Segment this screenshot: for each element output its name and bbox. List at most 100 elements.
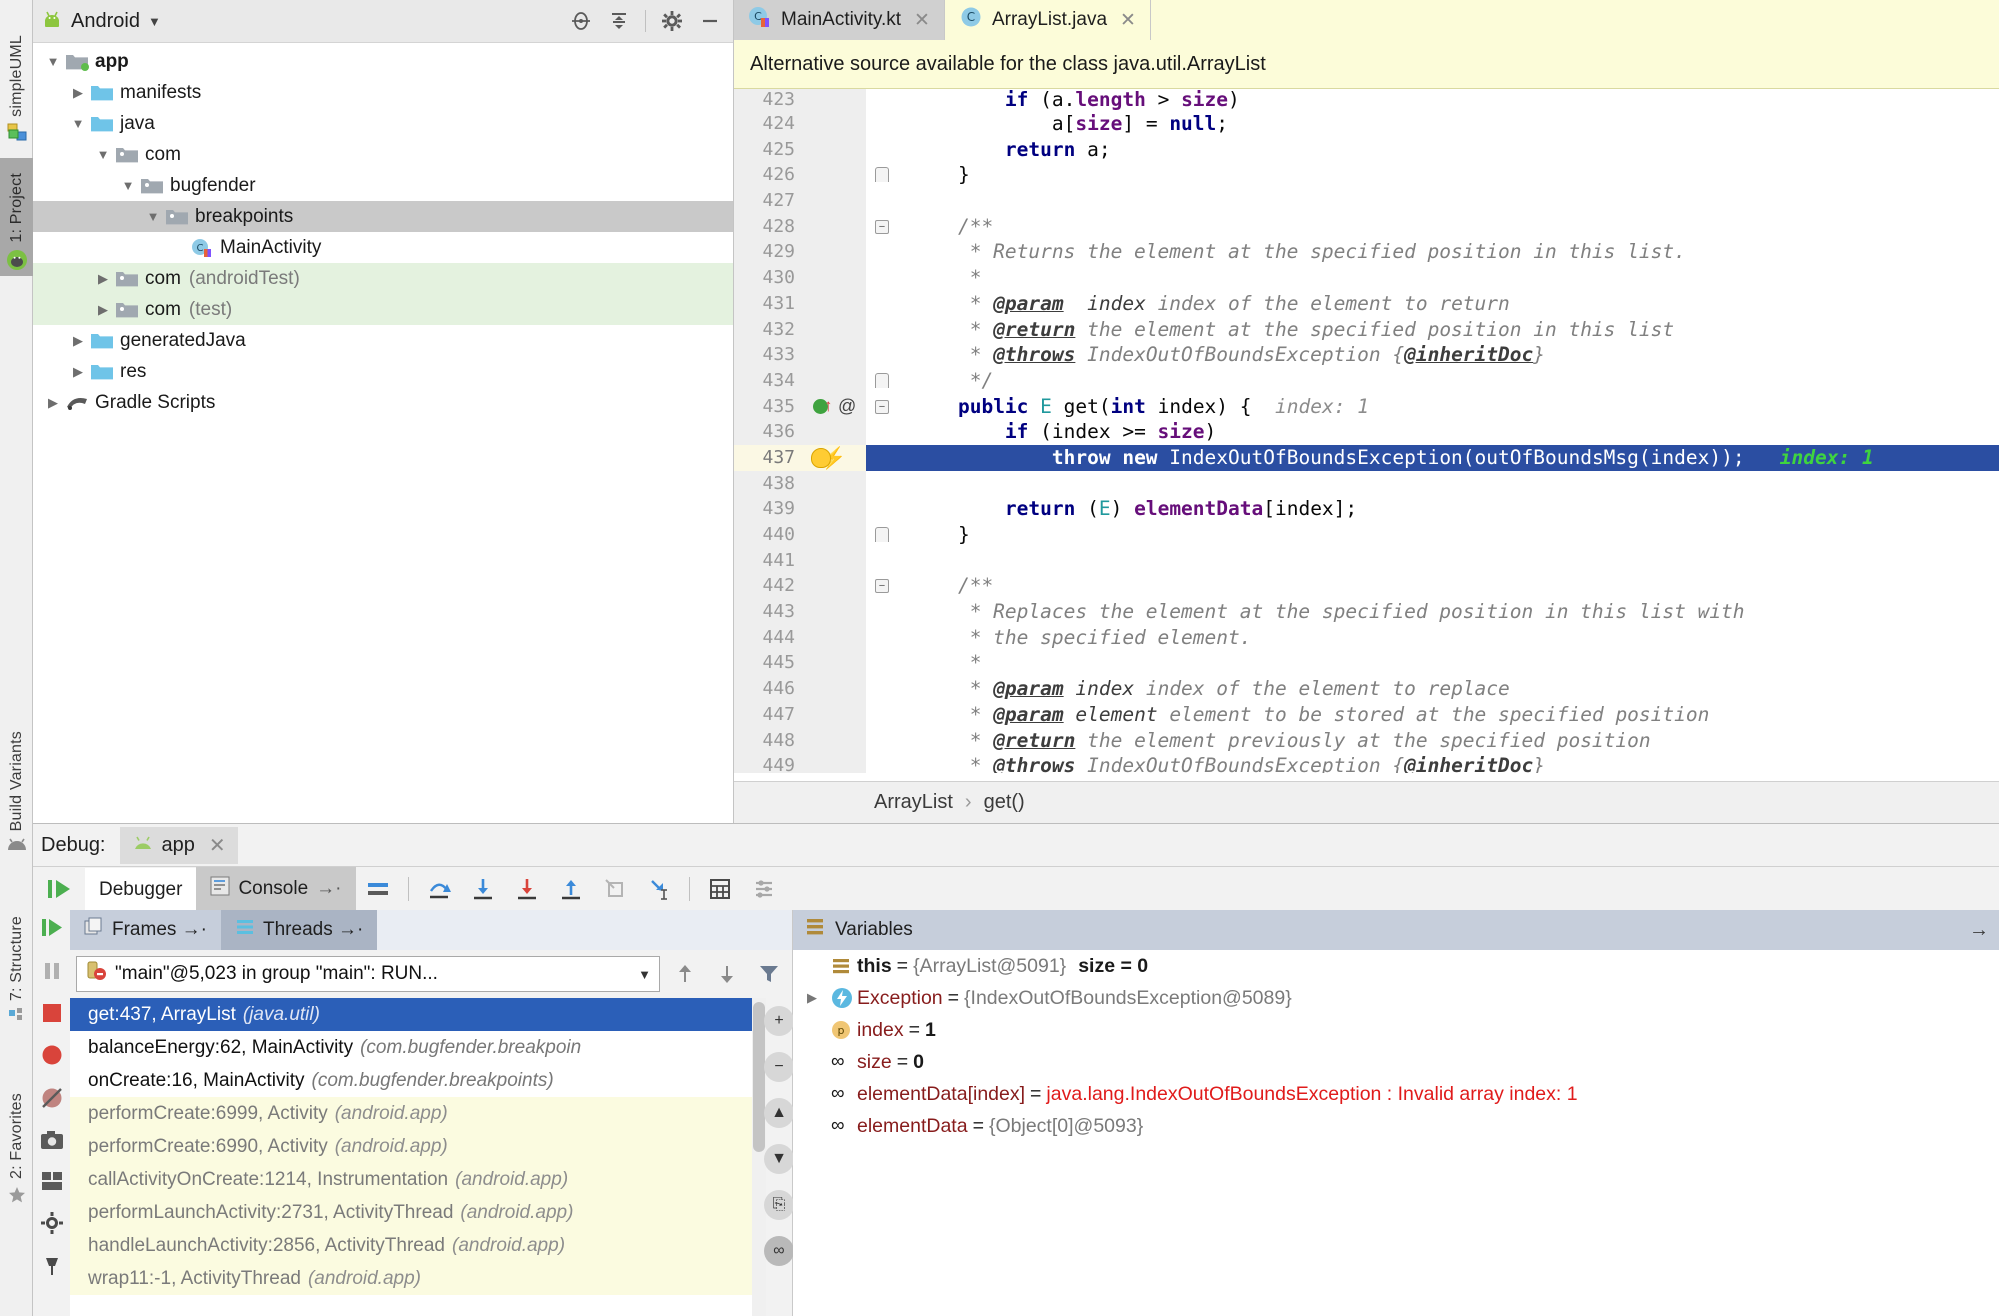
code-line-428[interactable]: 428 − /** xyxy=(734,213,1999,240)
twisty-collapsed-icon[interactable]: ▶ xyxy=(66,333,90,349)
tab-frames[interactable]: Frames →· xyxy=(70,910,221,950)
gutter-markers[interactable] xyxy=(804,599,866,625)
editor-tab-arraylist-java[interactable]: C ArrayList.java ✕ xyxy=(944,0,1151,40)
code-line-443[interactable]: 443 * Replaces the element at the specif… xyxy=(734,599,1999,625)
tree-node-res[interactable]: ▶ res xyxy=(33,356,733,387)
tree-node-com[interactable]: ▼ com xyxy=(33,139,733,170)
code-line-435[interactable]: 435 ↑ @ − public E get(int index) { index: … xyxy=(734,393,1999,420)
gutter-markers[interactable] xyxy=(804,753,866,773)
frame-item[interactable]: wrap11:-1, ActivityThread (android.app) xyxy=(70,1262,792,1295)
arrow-up-icon[interactable]: ↑ xyxy=(824,396,833,416)
debugger-side-actions[interactable] xyxy=(33,910,70,1316)
fold-gutter[interactable] xyxy=(866,599,901,625)
evaluate-expression-icon[interactable] xyxy=(698,869,742,909)
gutter-markers[interactable] xyxy=(804,650,866,677)
code-line-449[interactable]: 449 * @throws IndexOutOfBoundsException … xyxy=(734,753,1999,773)
fold-gutter[interactable] xyxy=(866,444,901,471)
fold-gutter[interactable] xyxy=(866,367,901,394)
view-breakpoints-icon[interactable] xyxy=(40,1043,64,1072)
fold-gutter[interactable] xyxy=(866,676,901,702)
intention-bulb-icon[interactable] xyxy=(811,447,831,468)
twisty-collapsed-icon[interactable]: ▶ xyxy=(807,990,831,1006)
gutter-markers[interactable] xyxy=(804,239,866,266)
arrow-up-icon[interactable] xyxy=(668,957,702,991)
sidebar-tab-simpleuml[interactable]: simpleUML xyxy=(0,28,33,148)
arrow-up-icon[interactable]: ▲ xyxy=(764,1098,794,1128)
gutter-markers[interactable] xyxy=(804,676,866,702)
infinity-icon[interactable]: ∞ xyxy=(764,1236,794,1266)
code-line-432[interactable]: 432 * @return the element at the specifi… xyxy=(734,316,1999,343)
stop-icon[interactable] xyxy=(41,1002,63,1029)
code-line-446[interactable]: 446 * @param index index of the element … xyxy=(734,676,1999,702)
tab-console[interactable]: Console →· xyxy=(196,866,356,911)
scrollbar-thumb[interactable] xyxy=(753,1002,765,1152)
code-line-439[interactable]: 439 return (E) elementData[index]; xyxy=(734,496,1999,522)
step-out-icon[interactable] xyxy=(549,869,593,909)
twisty-expanded-icon[interactable]: ▼ xyxy=(141,209,165,224)
twisty-expanded-icon[interactable]: ▼ xyxy=(116,178,140,193)
plus-icon[interactable]: + xyxy=(764,1006,794,1036)
arrow-down-icon[interactable]: ▼ xyxy=(764,1144,794,1174)
code-line-442[interactable]: 442 − /** xyxy=(734,573,1999,600)
thread-selector[interactable]: "main"@5,023 in group "main": RUN... ▼ xyxy=(76,956,660,992)
code-line-445[interactable]: 445 * xyxy=(734,650,1999,677)
code-line-440[interactable]: 440 } xyxy=(734,522,1999,548)
frames-side-buttons[interactable]: + − ▲ ▼ ⎘ ∞ xyxy=(764,998,794,1316)
code-line-429[interactable]: 429 * Returns the element at the specifi… xyxy=(734,239,1999,266)
sidebar-tab-favorites[interactable]: 2: Favorites xyxy=(0,1050,33,1210)
gutter-markers[interactable] xyxy=(804,342,866,368)
sidebar-tab-build-variants[interactable]: Build Variants xyxy=(0,690,33,858)
mute-breakpoints-icon[interactable] xyxy=(40,1086,64,1115)
tree-node-generatedjava[interactable]: ▶ generatedJava xyxy=(33,325,733,356)
twisty-collapsed-icon[interactable]: ▶ xyxy=(91,302,115,318)
screenshot-icon[interactable] xyxy=(39,1129,65,1156)
twisty-collapsed-icon[interactable]: ▶ xyxy=(66,85,90,101)
fold-end-icon[interactable] xyxy=(875,372,889,388)
fold-end-icon[interactable] xyxy=(875,527,889,542)
code-line-444[interactable]: 444 * the specified element. xyxy=(734,624,1999,651)
fold-gutter[interactable]: − xyxy=(866,573,901,600)
fold-collapse-icon[interactable]: − xyxy=(875,579,889,594)
fold-gutter[interactable] xyxy=(866,290,901,317)
fold-gutter[interactable] xyxy=(866,419,901,445)
code-line-448[interactable]: 448 * @return the element previously at … xyxy=(734,727,1999,754)
debug-session-tab[interactable]: app ✕ xyxy=(119,826,238,864)
variable-row[interactable]: ∞ size = 0 xyxy=(793,1046,1999,1078)
twisty-expanded-icon[interactable]: ▼ xyxy=(91,147,115,162)
frame-item[interactable]: get:437, ArrayList (java.util) xyxy=(70,998,792,1031)
fold-gutter[interactable] xyxy=(866,136,901,163)
frame-item[interactable]: handleLaunchActivity:2856, ActivityThrea… xyxy=(70,1229,792,1262)
filter-icon[interactable] xyxy=(752,957,786,991)
resume-icon[interactable] xyxy=(39,916,65,945)
fold-gutter[interactable] xyxy=(866,239,901,266)
close-icon[interactable]: ✕ xyxy=(914,9,930,32)
variable-row[interactable]: ▶ Exception = {IndexOutOfBoundsException@50… xyxy=(793,982,1999,1014)
gutter-markers[interactable] xyxy=(804,496,866,522)
gutter-markers[interactable] xyxy=(804,367,866,394)
tab-debugger[interactable]: Debugger xyxy=(85,867,197,910)
fold-gutter[interactable] xyxy=(866,470,901,497)
fold-gutter[interactable]: − xyxy=(866,393,901,420)
fold-gutter[interactable] xyxy=(866,496,901,522)
layout-inspector-icon[interactable] xyxy=(40,1170,64,1197)
step-into-icon[interactable] xyxy=(461,869,505,909)
code-line-436[interactable]: 436 if (index >= size) xyxy=(734,419,1999,445)
pin-icon[interactable] xyxy=(41,1254,63,1281)
fold-gutter[interactable] xyxy=(866,727,901,754)
fold-end-icon[interactable] xyxy=(875,167,889,183)
fold-gutter[interactable] xyxy=(866,111,901,137)
tree-node-app[interactable]: ▼ app xyxy=(33,46,733,77)
frame-item[interactable]: callActivityOnCreate:1214, Instrumentati… xyxy=(70,1163,792,1196)
tree-node-java[interactable]: ▼ java xyxy=(33,108,733,139)
breadcrumb-item-method[interactable]: get() xyxy=(984,791,1025,814)
code-line-425[interactable]: 425 return a; xyxy=(734,136,1999,163)
arrow-right-icon[interactable]: → xyxy=(1969,919,1989,942)
gutter-markers[interactable] xyxy=(804,522,866,548)
fold-gutter[interactable] xyxy=(866,342,901,368)
code-line-423[interactable]: 423 if (a.length > size) xyxy=(734,89,1999,113)
tree-node-bugfender[interactable]: ▼ bugfender xyxy=(33,170,733,201)
fold-collapse-icon[interactable]: − xyxy=(875,399,889,414)
minimize-icon[interactable] xyxy=(695,6,725,36)
chevron-down-icon[interactable]: ▼ xyxy=(148,14,161,29)
tree-node-manifests[interactable]: ▶ manifests xyxy=(33,77,733,108)
